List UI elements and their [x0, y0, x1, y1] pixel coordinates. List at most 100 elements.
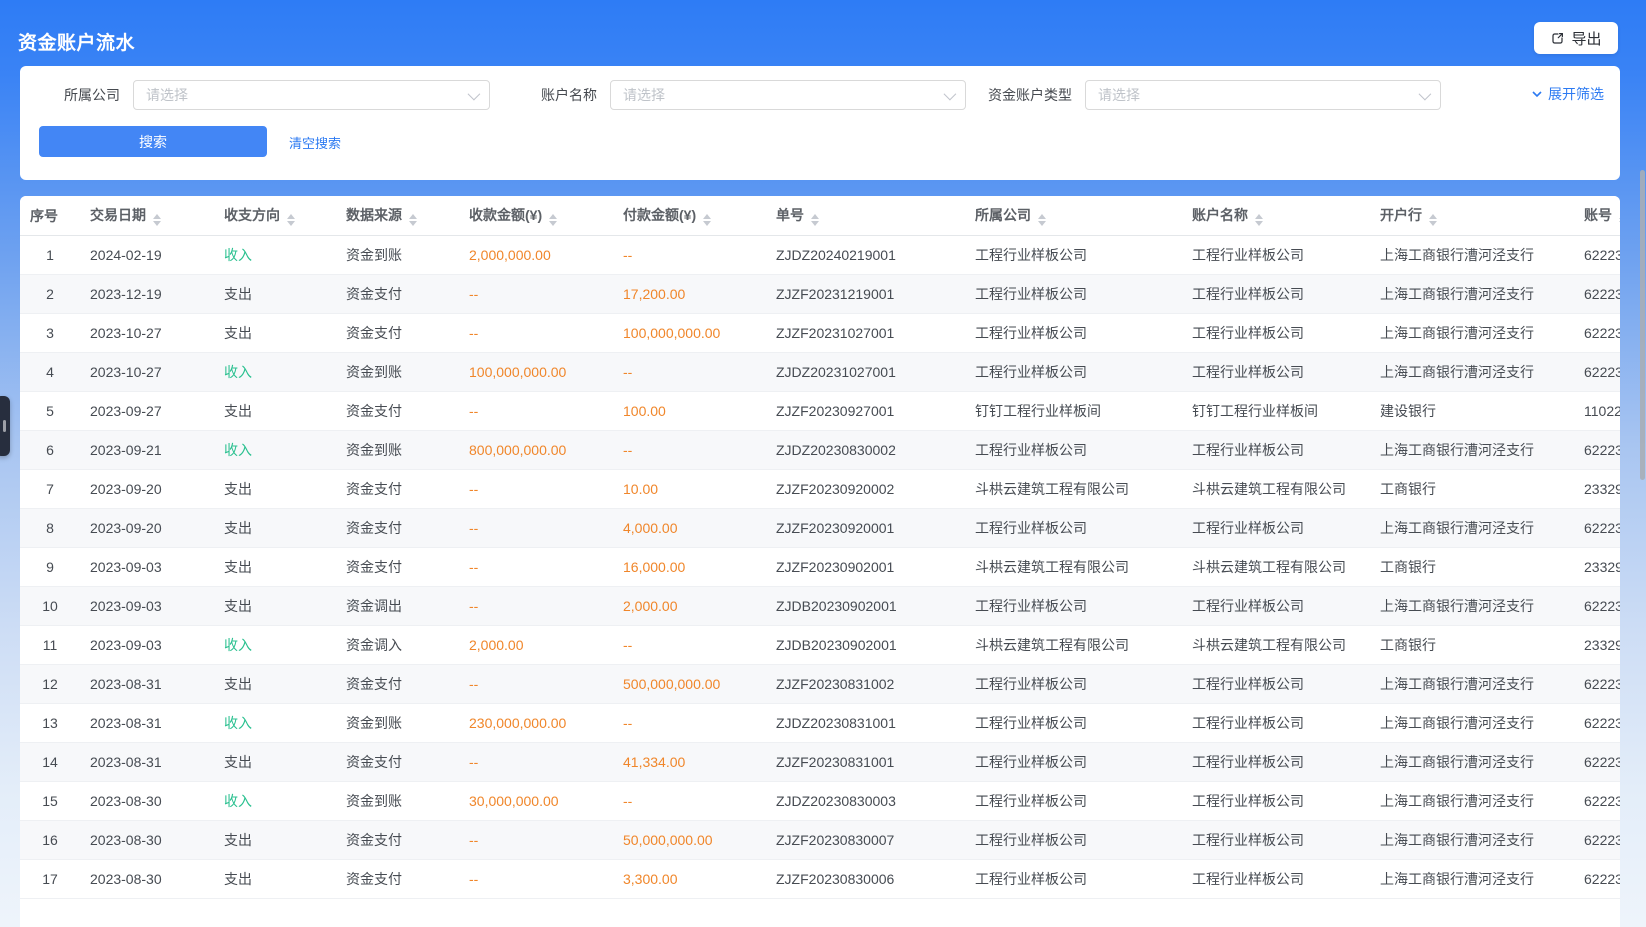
sort-icon[interactable] [1255, 214, 1263, 226]
cell-company: 工程行业样板公司 [965, 782, 1182, 821]
cell-paid: 17,200.00 [613, 275, 766, 314]
side-drawer-handle[interactable] [0, 396, 10, 456]
sort-icon[interactable] [1429, 214, 1437, 226]
cell-direction: 支出 [214, 860, 336, 899]
cell-account: 工程行业样板公司 [1182, 743, 1370, 782]
cell-date: 2023-08-30 [80, 782, 214, 821]
transactions-table-card: 序号交易日期收支方向数据来源收款金额(¥)付款金额(¥)单号所属公司账户名称开户… [20, 196, 1620, 927]
cell-company: 工程行业样板公司 [965, 587, 1182, 626]
sort-icon[interactable] [287, 214, 295, 226]
cell-date: 2024-02-19 [80, 236, 214, 275]
transactions-table: 序号交易日期收支方向数据来源收款金额(¥)付款金额(¥)单号所属公司账户名称开户… [20, 196, 1620, 899]
sort-icon[interactable] [811, 214, 819, 226]
page-title: 资金账户流水 [18, 28, 135, 55]
cell-order: ZJZF20230831001 [766, 743, 965, 782]
sort-icon[interactable] [1619, 214, 1620, 226]
column-header-account[interactable]: 账户名称 [1182, 196, 1370, 236]
cell-bank: 上海工商银行漕河泾支行 [1370, 236, 1574, 275]
drawer-handle-grip [3, 420, 6, 432]
cell-accno: 6222301111 [1574, 509, 1620, 548]
sort-icon[interactable] [1038, 214, 1046, 226]
sort-icon[interactable] [703, 214, 711, 226]
filter-group-account-type: 资金账户类型 请选择 [988, 80, 1441, 110]
cell-accno: 6222301111 [1574, 860, 1620, 899]
table-row: 52023-09-27支出资金支付--100.00ZJZF20230927001… [20, 392, 1620, 431]
column-header-order[interactable]: 单号 [766, 196, 965, 236]
sort-icon[interactable] [409, 214, 417, 226]
cell-bank: 上海工商银行漕河泾支行 [1370, 860, 1574, 899]
cell-no: 5 [20, 392, 80, 431]
cell-paid: 16,000.00 [613, 548, 766, 587]
export-button[interactable]: 导出 [1534, 22, 1618, 54]
expand-filters-link[interactable]: 展开筛选 [1531, 84, 1604, 104]
clear-search-link[interactable]: 清空搜索 [289, 133, 341, 152]
column-label: 交易日期 [90, 207, 146, 223]
cell-bank: 上海工商银行漕河泾支行 [1370, 275, 1574, 314]
cell-paid: 100,000,000.00 [613, 314, 766, 353]
column-header-company[interactable]: 所属公司 [965, 196, 1182, 236]
cell-accno: 6222301111 [1574, 314, 1620, 353]
column-label: 所属公司 [975, 207, 1031, 223]
cell-received: -- [459, 509, 613, 548]
cell-order: ZJZF20230830006 [766, 860, 965, 899]
account-type-select[interactable]: 请选择 [1085, 80, 1441, 110]
cell-date: 2023-09-20 [80, 509, 214, 548]
cell-bank: 上海工商银行漕河泾支行 [1370, 314, 1574, 353]
column-header-bank[interactable]: 开户行 [1370, 196, 1574, 236]
cell-no: 2 [20, 275, 80, 314]
cell-account: 工程行业样板公司 [1182, 509, 1370, 548]
cell-accno: 2332949941 [1574, 548, 1620, 587]
cell-received: 100,000,000.00 [459, 353, 613, 392]
account-type-select-placeholder: 请选择 [1098, 85, 1140, 105]
cell-paid: 10.00 [613, 470, 766, 509]
cell-direction: 支出 [214, 743, 336, 782]
cell-account: 工程行业样板公司 [1182, 704, 1370, 743]
cell-paid: -- [613, 626, 766, 665]
account-type-filter-label: 资金账户类型 [988, 85, 1072, 105]
cell-direction: 收入 [214, 782, 336, 821]
scrollbar-thumb[interactable] [1640, 170, 1645, 480]
cell-company: 工程行业样板公司 [965, 743, 1182, 782]
cell-order: ZJZF20230830007 [766, 821, 965, 860]
company-select[interactable]: 请选择 [133, 80, 490, 110]
cell-account: 工程行业样板公司 [1182, 314, 1370, 353]
cell-no: 7 [20, 470, 80, 509]
sort-icon[interactable] [153, 214, 161, 226]
cell-paid: -- [613, 704, 766, 743]
cell-source: 资金支付 [336, 665, 459, 704]
sort-icon[interactable] [549, 214, 557, 226]
cell-received: 30,000,000.00 [459, 782, 613, 821]
search-button[interactable]: 搜索 [39, 126, 267, 157]
cell-company: 工程行业样板公司 [965, 275, 1182, 314]
cell-source: 资金到账 [336, 782, 459, 821]
column-header-accno[interactable]: 账号 [1574, 196, 1620, 236]
cell-accno: 6222301111 [1574, 743, 1620, 782]
cell-received: -- [459, 548, 613, 587]
table-row: 32023-10-27支出资金支付--100,000,000.00ZJZF202… [20, 314, 1620, 353]
expand-filters-label: 展开筛选 [1548, 84, 1604, 104]
cell-received: -- [459, 587, 613, 626]
account-name-select[interactable]: 请选择 [610, 80, 966, 110]
column-header-received[interactable]: 收款金额(¥) [459, 196, 613, 236]
cell-direction: 支出 [214, 665, 336, 704]
column-header-source[interactable]: 数据来源 [336, 196, 459, 236]
cell-paid: 100.00 [613, 392, 766, 431]
filter-group-company: 所属公司 请选择 [20, 80, 490, 110]
cell-account: 工程行业样板公司 [1182, 275, 1370, 314]
company-select-placeholder: 请选择 [146, 85, 188, 105]
column-header-date[interactable]: 交易日期 [80, 196, 214, 236]
column-header-direction[interactable]: 收支方向 [214, 196, 336, 236]
filter-group-account-name: 账户名称 请选择 [541, 80, 966, 110]
table-row: 12024-02-19收入资金到账2,000,000.00--ZJDZ20240… [20, 236, 1620, 275]
cell-no: 4 [20, 353, 80, 392]
cell-company: 斗栱云建筑工程有限公司 [965, 470, 1182, 509]
cell-received: -- [459, 275, 613, 314]
cell-bank: 上海工商银行漕河泾支行 [1370, 509, 1574, 548]
cell-account: 工程行业样板公司 [1182, 236, 1370, 275]
column-header-paid[interactable]: 付款金额(¥) [613, 196, 766, 236]
cell-received: 2,000.00 [459, 626, 613, 665]
column-label: 账户名称 [1192, 207, 1248, 223]
table-row: 162023-08-30支出资金支付--50,000,000.00ZJZF202… [20, 821, 1620, 860]
chevron-down-icon [944, 87, 957, 100]
account-name-select-placeholder: 请选择 [623, 85, 665, 105]
